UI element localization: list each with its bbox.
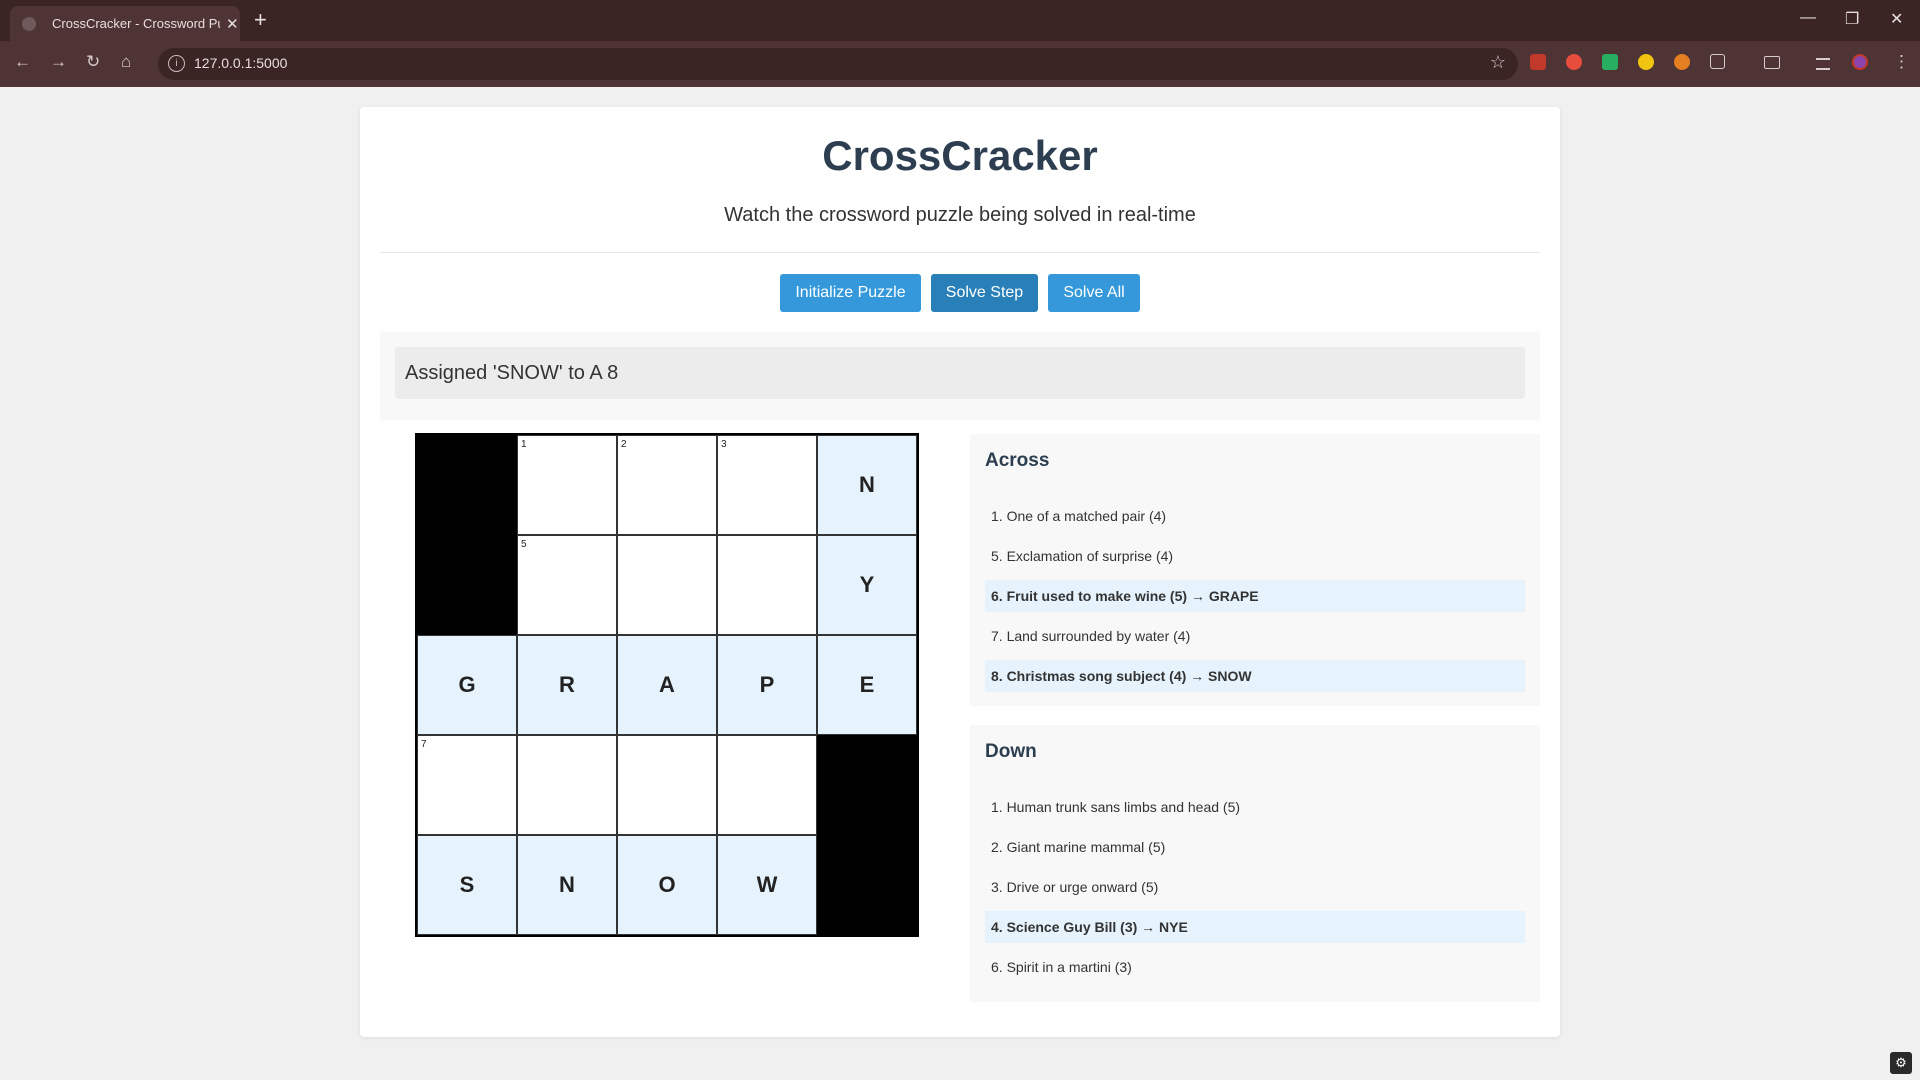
media-control-icon[interactable] xyxy=(1816,58,1830,70)
new-tab-icon[interactable]: + xyxy=(254,8,267,32)
extension-icon[interactable] xyxy=(1602,54,1618,70)
across-heading: Across xyxy=(985,450,1050,471)
url-text[interactable]: 127.0.0.1:5000 xyxy=(194,55,287,71)
grid-cell[interactable]: 7 xyxy=(417,735,517,835)
grid-cell[interactable]: N xyxy=(517,835,617,935)
browser-toolbar: ← → ↻ ⌂ i 127.0.0.1:5000 ☆ xyxy=(0,41,1920,87)
across-clues-panel: Across 1. One of a matched pair (4) 5. Ex… xyxy=(970,434,1540,706)
bookmark-star-icon[interactable]: ☆ xyxy=(1490,52,1506,73)
extension-icon[interactable] xyxy=(1530,54,1546,70)
cell-letter: E xyxy=(859,672,875,697)
clue-item: 2. Giant marine mammal (5) xyxy=(991,839,1166,855)
solve-all-button[interactable]: Solve All xyxy=(1048,274,1140,312)
clue-item: 4. Science Guy Bill (3) → NYE xyxy=(985,911,1525,943)
adblock-icon[interactable] xyxy=(1566,54,1582,70)
grid-cell[interactable]: S xyxy=(417,835,517,935)
cell-letter: P xyxy=(759,672,775,697)
crossword-grid: 1 2 3 N 5 Y G R A P E 7 S N O W xyxy=(415,433,919,937)
menu-dots-icon[interactable]: ⋮ xyxy=(1893,52,1910,72)
clue-item: 6. Fruit used to make wine (5) → GRAPE xyxy=(985,580,1525,612)
grid-cell[interactable]: P xyxy=(717,635,817,735)
tab-title: CrossCracker - Crossword Puzzle xyxy=(52,16,220,31)
grid-cell[interactable]: Y xyxy=(817,535,917,635)
profile-avatar[interactable] xyxy=(1852,54,1868,70)
grid-cell[interactable] xyxy=(617,735,717,835)
grid-cell[interactable]: 3 xyxy=(717,435,817,535)
clue-item: 7. Land surrounded by water (4) xyxy=(991,628,1191,644)
cell-number: 5 xyxy=(521,539,527,550)
cell-letter: G xyxy=(458,672,476,697)
close-window-icon[interactable]: ✕ xyxy=(1890,9,1903,29)
app-card: CrossCracker Watch the crossword puzzle … xyxy=(360,107,1560,1037)
status-message: Assigned 'SNOW' to A 8 xyxy=(395,347,1525,399)
extension-icon[interactable] xyxy=(1674,54,1690,70)
site-info-icon[interactable]: i xyxy=(168,55,185,72)
cell-letter: N xyxy=(859,472,875,497)
grid-cell[interactable]: G xyxy=(417,635,517,735)
home-icon[interactable]: ⌂ xyxy=(121,52,131,72)
reload-icon[interactable]: ↻ xyxy=(86,52,100,72)
close-tab-icon[interactable]: ✕ xyxy=(226,15,239,33)
initialize-puzzle-button[interactable]: Initialize Puzzle xyxy=(780,274,921,312)
page-title: CrossCracker xyxy=(822,132,1098,179)
clue-item: 5. Exclamation of surprise (4) xyxy=(991,548,1174,564)
cell-letter: W xyxy=(756,872,778,897)
grid-cell[interactable]: O xyxy=(617,835,717,935)
down-clues-panel: Down 1. Human trunk sans limbs and head … xyxy=(970,725,1540,1002)
extensions-puzzle-icon[interactable] xyxy=(1710,54,1725,69)
grid-cell[interactable] xyxy=(717,535,817,635)
black-cell xyxy=(417,535,517,635)
grid-cell[interactable]: N xyxy=(817,435,917,535)
clue-item: 1. Human trunk sans limbs and head (5) xyxy=(991,799,1241,815)
cell-letter: O xyxy=(658,872,676,897)
cell-number: 2 xyxy=(621,439,627,450)
clue-item: 1. One of a matched pair (4) xyxy=(991,508,1167,524)
minimize-icon[interactable]: — xyxy=(1800,9,1816,27)
back-icon[interactable]: ← xyxy=(14,52,31,72)
restore-icon[interactable]: ❐ xyxy=(1845,9,1859,29)
cell-letter: A xyxy=(659,672,675,697)
feedback-icon[interactable]: ⚙ xyxy=(1890,1052,1912,1074)
status-text: Assigned 'SNOW' to A 8 xyxy=(405,362,619,384)
grid-cell[interactable]: 2 xyxy=(617,435,717,535)
header-divider xyxy=(380,252,1540,253)
cell-number: 7 xyxy=(421,739,427,750)
grid-cell[interactable]: 5 xyxy=(517,535,617,635)
black-cell xyxy=(817,735,917,835)
cell-letter: R xyxy=(559,672,575,697)
grid-cell[interactable] xyxy=(517,735,617,835)
browser-tab-bar: CrossCracker - Crossword Puzzle ✕ + — ❐ … xyxy=(0,0,1920,41)
grid-cell[interactable] xyxy=(617,535,717,635)
grid-cell[interactable]: 1 xyxy=(517,435,617,535)
black-cell xyxy=(417,435,517,535)
extension-icon[interactable] xyxy=(1638,54,1654,70)
page-subtitle: Watch the crossword puzzle being solved … xyxy=(724,204,1196,226)
cell-number: 3 xyxy=(721,439,727,450)
browser-tab[interactable]: CrossCracker - Crossword Puzzle ✕ xyxy=(10,6,240,41)
cell-letter: N xyxy=(559,872,575,897)
address-bar[interactable]: i 127.0.0.1:5000 ☆ xyxy=(158,48,1518,80)
solve-step-button[interactable]: Solve Step xyxy=(931,274,1038,312)
grid-cell[interactable]: A xyxy=(617,635,717,735)
grid-cell[interactable]: E xyxy=(817,635,917,735)
cell-letter: Y xyxy=(859,572,875,597)
black-cell xyxy=(817,835,917,935)
favicon-icon xyxy=(22,16,36,31)
status-area: Assigned 'SNOW' to A 8 xyxy=(380,332,1540,420)
grid-cell[interactable]: W xyxy=(717,835,817,935)
grid-cell[interactable]: R xyxy=(517,635,617,735)
grid-cell[interactable] xyxy=(717,735,817,835)
clue-item: 3. Drive or urge onward (5) xyxy=(991,879,1159,895)
tab-search-icon[interactable] xyxy=(1764,56,1780,69)
forward-icon[interactable]: → xyxy=(50,52,67,72)
clue-item: 8. Christmas song subject (4) → SNOW xyxy=(985,660,1525,692)
clue-item: 6. Spirit in a martini (3) xyxy=(991,959,1132,975)
down-heading: Down xyxy=(985,741,1037,762)
cell-letter: S xyxy=(459,872,475,897)
cell-number: 1 xyxy=(521,439,527,450)
